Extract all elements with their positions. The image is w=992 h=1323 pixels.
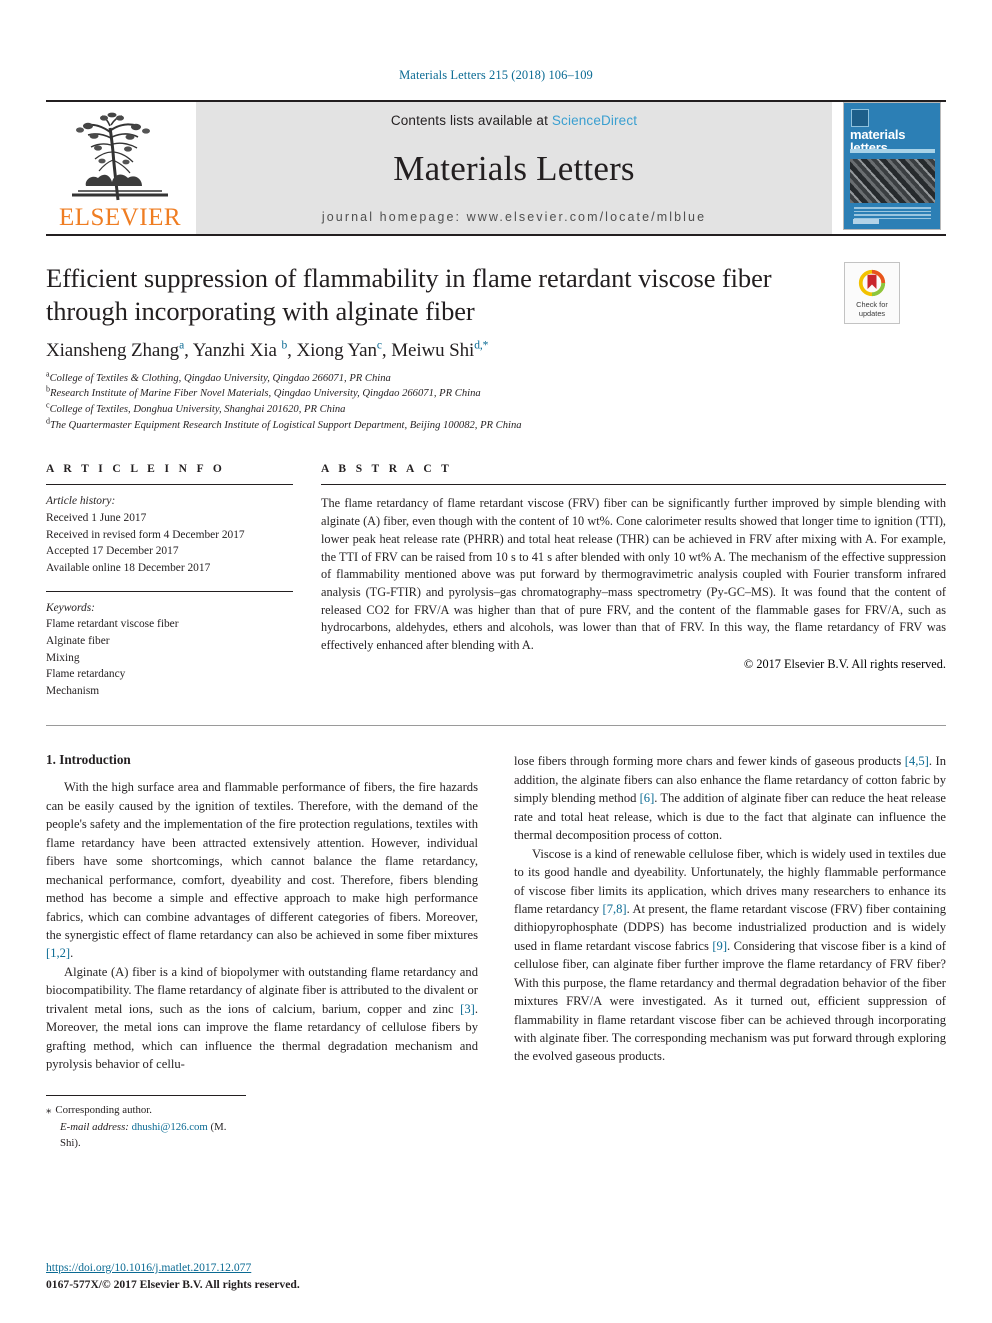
keywords-label: Keywords: [46, 601, 95, 614]
citation-3[interactable]: [3] [460, 1002, 475, 1016]
sciencedirect-link[interactable]: ScienceDirect [552, 113, 637, 128]
journal-homepage-link[interactable]: journal homepage: www.elsevier.com/locat… [322, 210, 706, 224]
elsevier-logo: ELSEVIER [46, 102, 194, 234]
paragraph-left-1: With the high surface area and flammable… [46, 778, 478, 962]
affiliation-0: aCollege of Textiles & Clothing, Qingdao… [46, 370, 946, 387]
citation-6[interactable]: [6] [640, 791, 655, 805]
section-heading-introduction: 1. Introduction [46, 752, 131, 768]
paragraph-left-2: Alginate (A) fiber is a kind of biopolym… [46, 963, 478, 1074]
body-separator-rule [46, 725, 946, 727]
keywords-block: Keywords: Flame retardant viscose fiber … [46, 600, 293, 700]
article-info-heading: A R T I C L E I N F O [46, 463, 226, 476]
body-column-left: 1. Introduction With the high surface ar… [46, 752, 478, 1151]
citation-1-2[interactable]: [1,2] [46, 946, 70, 960]
journal-title: Materials Letters [393, 148, 635, 188]
author-0-name: Xiansheng Zhang [46, 339, 180, 361]
elsevier-tree-icon [72, 112, 168, 201]
author-3-affil-mark: d,* [474, 339, 489, 352]
crossmark-label: Check for updates [856, 300, 888, 318]
abstract-column: A B S T R A C T The flame retardancy of … [321, 463, 946, 699]
masthead-center: Contents lists available at ScienceDirec… [196, 102, 832, 234]
elsevier-wordmark: ELSEVIER [58, 204, 182, 231]
affiliation-3-text: The Quartermaster Equipment Research Ins… [50, 419, 522, 431]
article-history-0: Received 1 June 2017 [46, 512, 147, 525]
keywords-rule [46, 590, 293, 592]
author-1-name: Yanzhi Xia [192, 339, 277, 361]
author-1[interactable]: Yanzhi Xia b [192, 339, 288, 361]
page-title: Efficient suppression of flammability in… [46, 263, 772, 327]
citation-4-5[interactable]: [4,5] [905, 754, 929, 768]
keyword-2: Mixing [46, 651, 80, 664]
affiliation-1: bResearch Institute of Marine Fiber Nove… [46, 385, 946, 402]
asterisk-icon: ⁎ [46, 1104, 52, 1117]
corresponding-author-line: ⁎ Corresponding author. [46, 1102, 246, 1118]
keyword-0: Flame retardant viscose fiber [46, 618, 179, 631]
paper-page: Materials Letters 215 (2018) 106–109 ELS… [0, 0, 992, 1323]
abstract-text: The flame retardancy of flame retardant … [321, 496, 946, 653]
issn-copyright-line: 0167-577X/© 2017 Elsevier B.V. All right… [46, 1277, 300, 1291]
article-history-label: Article history: [46, 495, 116, 508]
article-info-rule [46, 484, 293, 486]
running-head: Materials Letters 215 (2018) 106–109 [399, 68, 593, 82]
paragraph-right-2: Viscose is a kind of renewable cellulose… [514, 845, 946, 1066]
author-0-affil-mark: a [179, 339, 185, 352]
affiliation-2: cCollege of Textiles, Donghua University… [46, 401, 946, 418]
journal-masthead: ELSEVIER Contents lists available at Sci… [46, 100, 946, 234]
cover-micrograph-image [850, 159, 935, 203]
page-footer: https://doi.org/10.1016/j.matlet.2017.12… [46, 1260, 300, 1293]
corresponding-author-footnote: ⁎ Corresponding author. E-mail address: d… [46, 1095, 246, 1151]
masthead-bottom-rule [46, 234, 946, 236]
article-history-1: Received in revised form 4 December 2017 [46, 528, 245, 541]
contents-available-line: Contents lists available at ScienceDirec… [391, 113, 637, 128]
contents-prefix: Contents lists available at [390, 113, 552, 128]
affiliation-0-text: College of Textiles & Clothing, Qingdao … [49, 372, 391, 384]
info-abstract-row: A R T I C L E I N F O Article history: R… [46, 463, 946, 699]
paragraph-right-1-text-a: lose fibers through forming more chars a… [514, 754, 905, 769]
affiliation-2-text: College of Textiles, Donghua University,… [49, 404, 346, 416]
keyword-3: Flame retardancy [46, 668, 126, 681]
email-label: E-mail address: [60, 1120, 129, 1133]
author-list: Xiansheng Zhanga, Yanzhi Xia b, Xiong Ya… [46, 339, 489, 361]
author-2[interactable]: Xiong Yanc [296, 339, 382, 361]
cover-footer-mark [853, 219, 879, 224]
body-columns: 1. Introduction With the high surface ar… [46, 752, 946, 1151]
corresponding-author-text: Corresponding author. [55, 1104, 152, 1117]
doi-link[interactable]: https://doi.org/10.1016/j.matlet.2017.12… [46, 1260, 300, 1276]
title-block: Check for updates Efficient suppression … [46, 262, 946, 433]
citation-7-8[interactable]: [7,8] [603, 902, 627, 916]
article-history-2: Accepted 17 December 2017 [46, 545, 179, 558]
article-history-3: Available online 18 December 2017 [46, 562, 211, 574]
journal-cover-thumbnail: materials letters [838, 102, 946, 234]
article-history-block: Article history: Received 1 June 2017 Re… [46, 493, 293, 576]
keyword-4: Mechanism [46, 684, 100, 697]
crossmark-line-2: updates [858, 308, 886, 318]
author-0[interactable]: Xiansheng Zhanga [46, 340, 184, 361]
author-3-name: Meiwu Shi [391, 339, 475, 361]
abstract-rule [321, 484, 946, 486]
paragraph-left-1-tail: . [70, 946, 74, 961]
cover-divider [850, 149, 935, 153]
crossmark-badge[interactable]: Check for updates [844, 262, 900, 324]
crossmark-icon [858, 269, 886, 297]
citation-9[interactable]: [9] [712, 939, 727, 953]
cover-elsevier-mark-icon [851, 109, 869, 127]
paragraph-left-2-text: Alginate (A) fiber is a kind of biopolym… [46, 964, 478, 1016]
author-2-affil-mark: c [376, 339, 382, 352]
abstract-heading: A B S T R A C T [321, 463, 453, 476]
body-column-right: lose fibers through forming more chars a… [514, 752, 946, 1151]
paragraph-right-1: lose fibers through forming more chars a… [514, 752, 946, 844]
keyword-1: Alginate fiber [46, 634, 110, 647]
article-info-column: A R T I C L E I N F O Article history: R… [46, 463, 293, 699]
email-link[interactable]: dhushi@126.com [132, 1121, 208, 1133]
affiliation-3: dThe Quartermaster Equipment Research In… [46, 417, 946, 434]
abstract-copyright: © 2017 Elsevier B.V. All rights reserved… [743, 656, 946, 671]
paragraph-left-1-text: With the high surface area and flammable… [46, 780, 478, 942]
email-line: E-mail address: dhushi@126.com (M. Shi). [46, 1119, 246, 1151]
author-2-name: Xiong Yan [296, 339, 377, 361]
affiliation-list: aCollege of Textiles & Clothing, Qingdao… [46, 370, 946, 434]
author-1-affil-mark: b [281, 339, 288, 352]
affiliation-1-text: Research Institute of Marine Fiber Novel… [50, 388, 481, 400]
author-3[interactable]: Meiwu Shid,* [391, 340, 488, 361]
paragraph-right-2-text-c: . Considering that viscose fiber is a ki… [514, 938, 946, 1064]
